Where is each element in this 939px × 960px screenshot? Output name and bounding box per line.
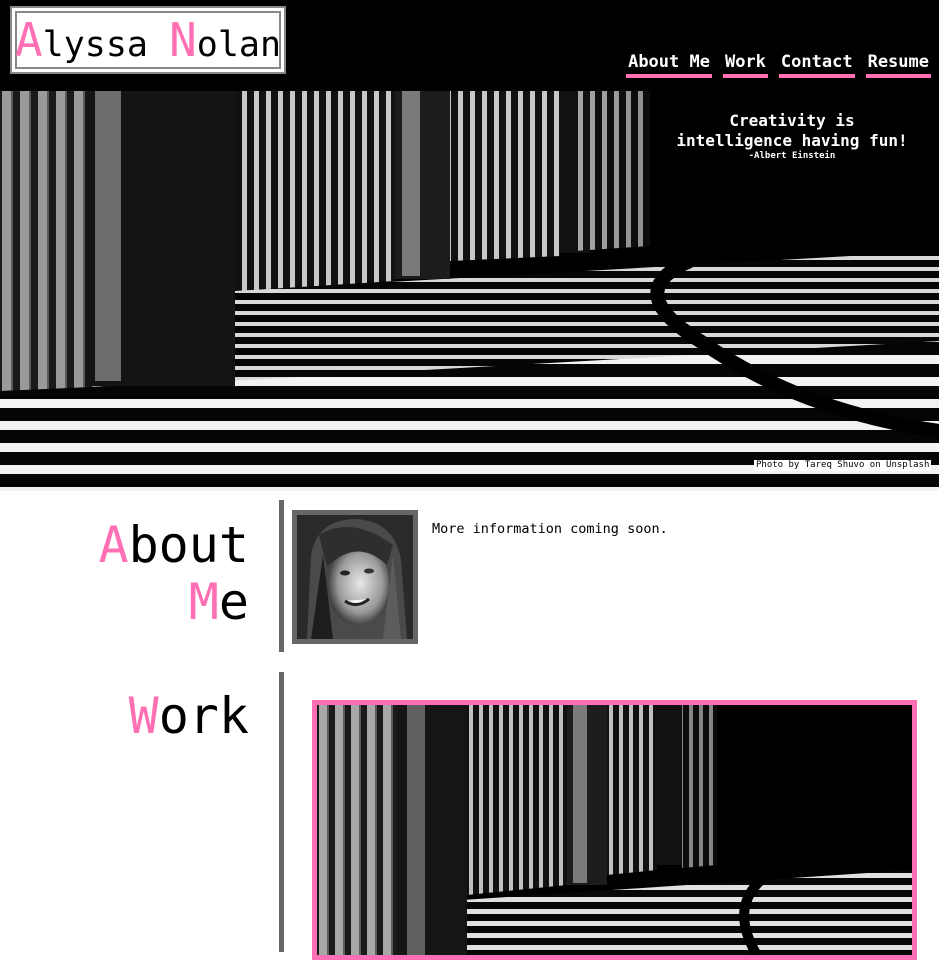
photo-credit[interactable]: Photo by Tareq Shuvo on Unsplash <box>754 460 932 471</box>
work-item-image[interactable] <box>312 700 917 960</box>
logo-initial-last: N <box>169 13 197 67</box>
quote-author: -Albert Einstein <box>748 151 836 161</box>
about-title: About Me <box>98 517 249 631</box>
work-title-rest: ork <box>158 687 249 745</box>
hero-quote: Creativity is intelligence having fun! -… <box>672 111 912 161</box>
about-title-rest-2: e <box>218 573 249 631</box>
logo-initial-first: A <box>14 13 43 67</box>
main-nav: About Me Work Contact Resume <box>626 52 931 78</box>
about-title-initial-2: M <box>188 573 219 631</box>
about-text: More information coming soon. <box>432 521 668 537</box>
nav-resume[interactable]: Resume <box>865 52 931 78</box>
avatar <box>292 510 418 644</box>
logo-last-rest: olan <box>196 25 282 65</box>
work-title: Work <box>129 688 249 745</box>
avatar-photo <box>297 515 413 639</box>
site-header: Alyssa Nolan About Me Work Contact Resum… <box>0 0 939 91</box>
work-photo <box>317 705 912 955</box>
about-title-line1: About <box>98 517 249 574</box>
about-title-line2: Me <box>98 574 249 631</box>
work-title-initial: W <box>128 687 159 745</box>
quote-text: Creativity is intelligence having fun! <box>676 111 908 150</box>
work-divider <box>279 672 284 952</box>
about-title-initial: A <box>98 516 129 574</box>
site-logo[interactable]: Alyssa Nolan <box>10 6 286 74</box>
nav-contact[interactable]: Contact <box>778 52 855 78</box>
about-divider <box>279 500 284 652</box>
nav-work[interactable]: Work <box>722 52 768 78</box>
logo-text: Alyssa Nolan <box>15 13 281 67</box>
hero-banner: Creativity is intelligence having fun! -… <box>0 91 939 491</box>
nav-about-me[interactable]: About Me <box>626 52 712 78</box>
logo-first-rest: lyssa <box>42 25 170 65</box>
about-title-rest: bout <box>128 516 249 574</box>
